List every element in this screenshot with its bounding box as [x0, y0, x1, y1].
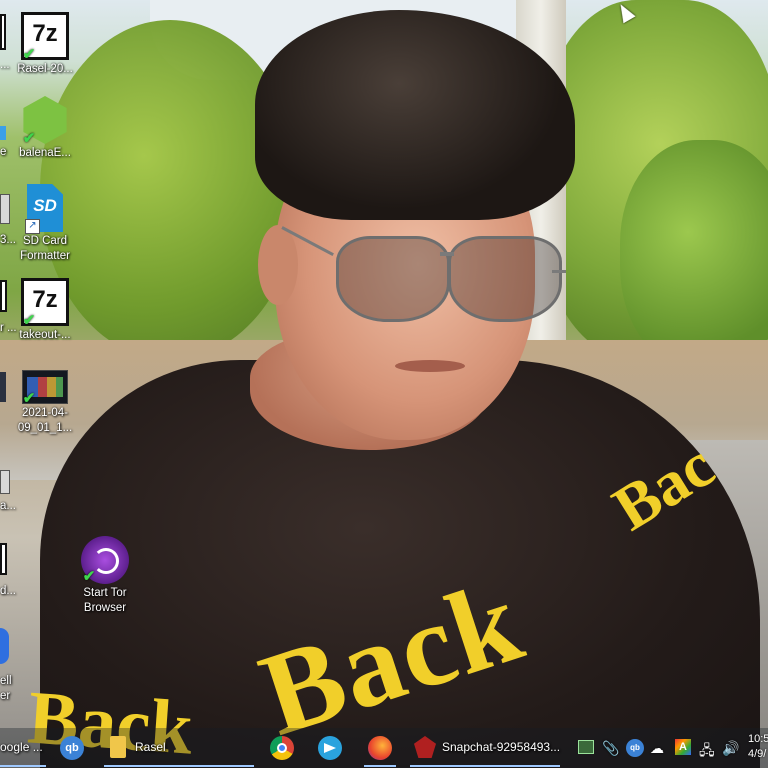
taskbar-item-snapchat-image[interactable]: Snapchat-92958493...	[442, 740, 560, 754]
qbittorrent-icon[interactable]: qb	[60, 736, 84, 760]
language-bar-icon[interactable]: A	[675, 739, 691, 755]
clock-date: 4/9/	[748, 748, 767, 760]
taskbar-active-indicator	[364, 765, 396, 767]
wallpaper-person-ear	[258, 225, 298, 305]
wallpaper-person-mouth	[395, 360, 465, 372]
network-icon[interactable]: 🖧	[699, 740, 715, 764]
archive-icon[interactable]	[0, 280, 7, 312]
volume-icon[interactable]: 🔊	[722, 740, 739, 757]
desktop-icon-label: 2021-04-09_01_1...	[17, 407, 73, 434]
qbittorrent-tray-icon[interactable]: qb	[626, 739, 644, 757]
sync-check-icon: ✔	[22, 312, 36, 329]
sync-check-icon: ✔	[22, 46, 36, 63]
wallpaper-sunglasses-temple	[552, 270, 566, 273]
desktop-icon-label[interactable]: ...	[0, 59, 10, 71]
shortcut-arrow-icon: ↗	[25, 219, 40, 234]
file-icon[interactable]	[0, 372, 6, 402]
taskbar-active-indicator	[0, 765, 46, 767]
app-icon[interactable]	[0, 126, 6, 140]
cloud-upload-icon[interactable]: ☁	[650, 740, 664, 757]
desktop-icon-label[interactable]: e	[0, 146, 6, 158]
telegram-icon[interactable]	[318, 736, 342, 760]
desktop-wallpaper: Back Back Bac	[0, 0, 768, 768]
desktop-icon-balena-etcher[interactable]: ✔ balenaE...	[12, 96, 78, 161]
desktop-icon-sd-card-formatter[interactable]: SD ↗ SD Card Formatter	[12, 184, 78, 264]
wallpaper-sunglasses-lens	[336, 236, 450, 322]
wallpaper-sunglasses-bridge	[440, 252, 454, 256]
folder-icon[interactable]	[110, 736, 126, 758]
clock-time: 10:5	[748, 733, 768, 745]
paperclip-icon[interactable]: 📎	[602, 740, 619, 757]
desktop-icon-label: takeout-...	[19, 329, 71, 341]
desktop-icon-label: SD Card Formatter	[20, 235, 70, 262]
desktop-icon-label: balenaE...	[19, 147, 71, 159]
taskbar-item-chrome-window[interactable]: oogle ...	[0, 740, 43, 754]
firefox-icon[interactable]	[368, 736, 392, 760]
taskbar-active-indicator	[410, 765, 560, 767]
archive-icon[interactable]	[0, 14, 6, 50]
app-icon[interactable]	[0, 628, 9, 664]
taskbar-clock[interactable]: 10:5 4/9/	[748, 732, 768, 762]
desktop-icon-label[interactable]: er	[0, 690, 10, 702]
sync-check-icon: ✔	[82, 568, 96, 585]
taskbar-item-rasel-folder[interactable]: Rasel	[135, 740, 166, 754]
tray-monitor-icon[interactable]	[578, 740, 594, 754]
wallpaper-sunglasses-lens	[448, 236, 562, 322]
wallpaper-tree	[40, 20, 300, 360]
desktop-icon-rasel-archive[interactable]: 7z ✔ Rasel-20...	[12, 12, 78, 77]
desktop-icon-label: Rasel-20...	[17, 63, 73, 75]
desktop-icon-label: Start Tor Browser	[83, 587, 127, 614]
file-icon[interactable]	[0, 194, 10, 224]
taskbar-active-indicator	[104, 765, 254, 767]
sync-check-icon: ✔	[22, 130, 36, 147]
wallpaper-tree	[620, 140, 768, 370]
desktop-icon-label[interactable]: a...	[0, 500, 16, 512]
file-icon[interactable]	[0, 470, 10, 494]
desktop-icon-start-tor-browser[interactable]: ✔ Start Tor Browser	[72, 536, 138, 616]
desktop-icon-label[interactable]: d...	[0, 585, 16, 597]
archive-icon[interactable]	[0, 543, 7, 575]
desktop-icon-takeout-archive[interactable]: 7z ✔ takeout-...	[12, 278, 78, 343]
desktop-icon-label[interactable]: ell	[0, 675, 12, 687]
desktop-icon-video-file[interactable]: ✔ 2021-04-09_01_1...	[12, 370, 78, 436]
chrome-icon[interactable]	[270, 736, 294, 760]
sync-check-icon: ✔	[22, 390, 36, 407]
